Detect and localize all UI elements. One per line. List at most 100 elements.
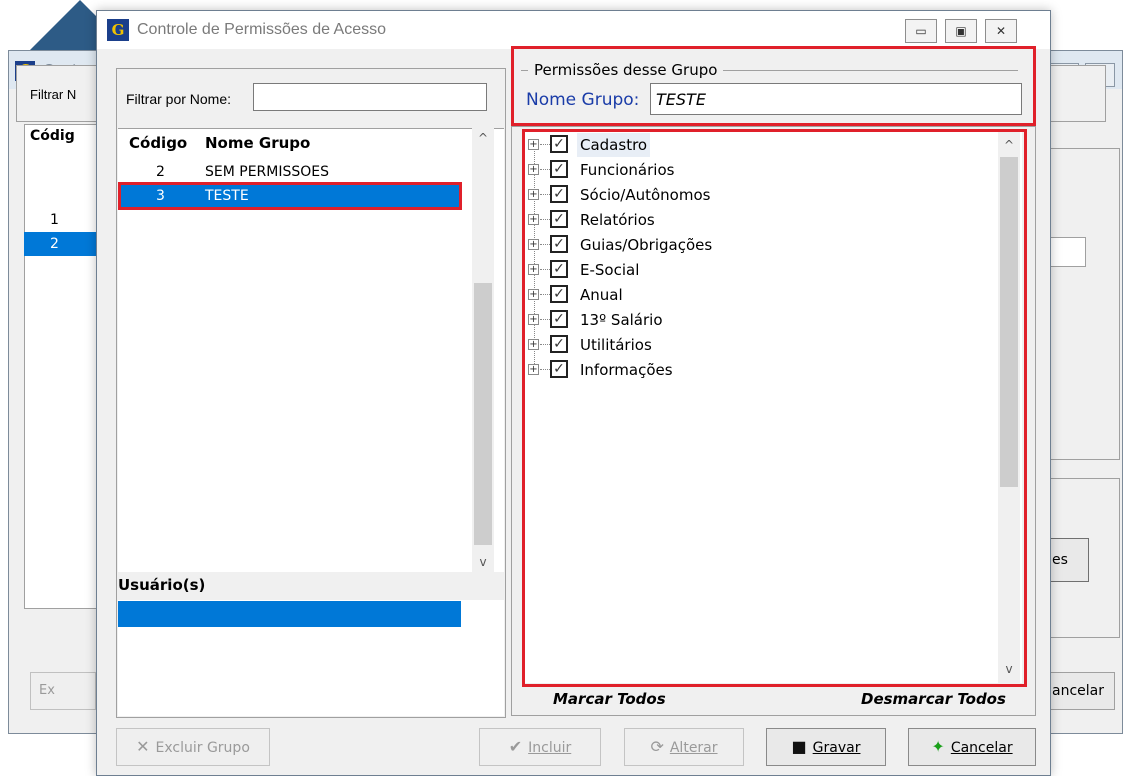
- alter-button[interactable]: ⟳ Alterar: [624, 728, 744, 766]
- permission-label: Informações: [580, 361, 673, 379]
- permission-tree-item[interactable]: + ✓ Utilitários: [524, 333, 984, 357]
- group-row[interactable]: 2 SEM PERMISSOES: [118, 160, 462, 184]
- tree-connector: [540, 144, 550, 145]
- permission-label: Guias/Obrigações: [580, 236, 713, 254]
- column-header-code[interactable]: Código: [129, 134, 187, 152]
- permission-tree-item[interactable]: + ✓ Guias/Obrigações: [524, 233, 984, 257]
- group-row-selected[interactable]: 3 TESTE: [118, 184, 462, 208]
- permission-checkbox[interactable]: ✓: [550, 135, 568, 153]
- minimize-button[interactable]: ▭: [905, 19, 937, 43]
- tree-connector: [540, 194, 550, 195]
- permission-checkbox[interactable]: ✓: [550, 235, 568, 253]
- expand-plus-icon[interactable]: +: [528, 289, 539, 300]
- background-list-header: Códig: [30, 128, 75, 144]
- expand-plus-icon[interactable]: +: [528, 264, 539, 275]
- save-button[interactable]: ■ Gravar: [766, 728, 886, 766]
- background-delete-button[interactable]: Ex: [30, 672, 96, 710]
- permission-label: Funcionários: [580, 161, 675, 179]
- permission-label: Relatórios: [580, 211, 655, 229]
- permission-label: Sócio/Autônomos: [580, 186, 711, 204]
- floppy-disk-icon: ■: [791, 737, 807, 756]
- permission-tree-item[interactable]: + ✓ Cadastro: [524, 133, 984, 157]
- permission-label: Utilitários: [580, 336, 652, 354]
- permission-label: 13º Salário: [580, 311, 663, 329]
- scroll-up-icon[interactable]: ^: [472, 128, 494, 148]
- scroll-up-icon[interactable]: ^: [998, 135, 1020, 155]
- check-icon: ✔: [508, 737, 523, 756]
- users-header: Usuário(s): [118, 572, 504, 600]
- permission-checkbox[interactable]: ✓: [550, 285, 568, 303]
- close-button[interactable]: ✕: [985, 19, 1017, 43]
- save-label: Gravar: [812, 740, 861, 756]
- background-list-row[interactable]: 1: [24, 208, 99, 232]
- expand-plus-icon[interactable]: +: [528, 339, 539, 350]
- column-header-name[interactable]: Nome Grupo: [205, 134, 310, 152]
- tree-connector: [540, 244, 550, 245]
- group-row-code: 2: [156, 164, 165, 180]
- permission-label: E-Social: [580, 261, 640, 279]
- permission-checkbox[interactable]: ✓: [550, 310, 568, 328]
- permission-checkbox[interactable]: ✓: [550, 185, 568, 203]
- cancel-button[interactable]: ✦ Cancelar: [908, 728, 1036, 766]
- filter-input[interactable]: [253, 83, 487, 111]
- expand-plus-icon[interactable]: +: [528, 139, 539, 150]
- expand-plus-icon[interactable]: +: [528, 164, 539, 175]
- dialog-titlebar[interactable]: G Controle de Permissões de Acesso ▭ ▣ ✕: [97, 11, 1050, 49]
- permission-checkbox[interactable]: ✓: [550, 360, 568, 378]
- permission-label: Anual: [580, 286, 623, 304]
- tree-connector: [540, 269, 550, 270]
- group-name-field[interactable]: TESTE: [650, 83, 1022, 115]
- permission-checkbox[interactable]: ✓: [550, 335, 568, 353]
- mark-all-link[interactable]: Marcar Todos: [553, 690, 666, 708]
- tree-connector: [540, 294, 550, 295]
- permission-tree-item[interactable]: + ✓ Anual: [524, 283, 984, 307]
- permission-tree-item[interactable]: + ✓ E-Social: [524, 258, 984, 282]
- maximize-button[interactable]: ▣: [945, 19, 977, 43]
- permissions-scroll-thumb[interactable]: [1000, 157, 1018, 487]
- permission-tree-item[interactable]: + ✓ Sócio/Autônomos: [524, 183, 984, 207]
- group-row-name: TESTE: [205, 188, 249, 204]
- filter-label: Filtrar por Nome:: [126, 91, 232, 107]
- group-name-label: Nome Grupo:: [526, 90, 640, 110]
- background-group-list[interactable]: [24, 124, 104, 609]
- expand-plus-icon[interactable]: +: [528, 364, 539, 375]
- permission-tree-item[interactable]: + ✓ Funcionários: [524, 158, 984, 182]
- background-button-es[interactable]: es: [1045, 538, 1089, 582]
- tree-connector: [540, 369, 550, 370]
- include-button[interactable]: ✔ Incluir: [479, 728, 601, 766]
- permissions-scrollbar[interactable]: ^ v: [998, 131, 1020, 683]
- users-selected-row[interactable]: [118, 601, 461, 627]
- delete-group-button[interactable]: ✕ Excluir Grupo: [116, 728, 270, 766]
- app-logo-icon: G: [107, 19, 129, 41]
- permission-tree-item[interactable]: + ✓ Informações: [524, 358, 984, 382]
- permission-checkbox[interactable]: ✓: [550, 210, 568, 228]
- permissions-legend: Permissões desse Grupo: [528, 61, 724, 79]
- tree-connector: [540, 319, 550, 320]
- expand-plus-icon[interactable]: +: [528, 214, 539, 225]
- permission-tree-item[interactable]: + ✓ Relatórios: [524, 208, 984, 232]
- delete-icon: ✕: [136, 737, 150, 756]
- expand-plus-icon[interactable]: +: [528, 314, 539, 325]
- background-cancel-button[interactable]: ancelar: [1045, 672, 1115, 710]
- dialog-title: Controle de Permissões de Acesso: [137, 21, 387, 38]
- permission-checkbox[interactable]: ✓: [550, 260, 568, 278]
- scroll-down-icon[interactable]: v: [998, 659, 1020, 679]
- group-list-scrollbar[interactable]: ^ v: [472, 128, 494, 572]
- background-filter-label: Filtrar N: [30, 87, 77, 102]
- expand-plus-icon[interactable]: +: [528, 239, 539, 250]
- group-list-scroll-thumb[interactable]: [474, 283, 492, 545]
- delete-group-label: Excluir Grupo: [155, 740, 250, 756]
- permission-checkbox[interactable]: ✓: [550, 160, 568, 178]
- unmark-all-link[interactable]: Desmarcar Todos: [861, 690, 1006, 708]
- group-row-name: SEM PERMISSOES: [205, 164, 330, 180]
- permission-tree-item[interactable]: + ✓ 13º Salário: [524, 308, 984, 332]
- scroll-down-icon[interactable]: v: [472, 552, 494, 572]
- cancel-label: Cancelar: [950, 740, 1013, 756]
- permission-label: Cadastro: [577, 133, 651, 157]
- expand-plus-icon[interactable]: +: [528, 189, 539, 200]
- group-row-code: 3: [156, 188, 165, 204]
- tree-connector: [540, 344, 550, 345]
- background-list-row-selected[interactable]: 2: [24, 232, 99, 256]
- refresh-icon: ⟳: [650, 737, 664, 756]
- tree-connector: [540, 219, 550, 220]
